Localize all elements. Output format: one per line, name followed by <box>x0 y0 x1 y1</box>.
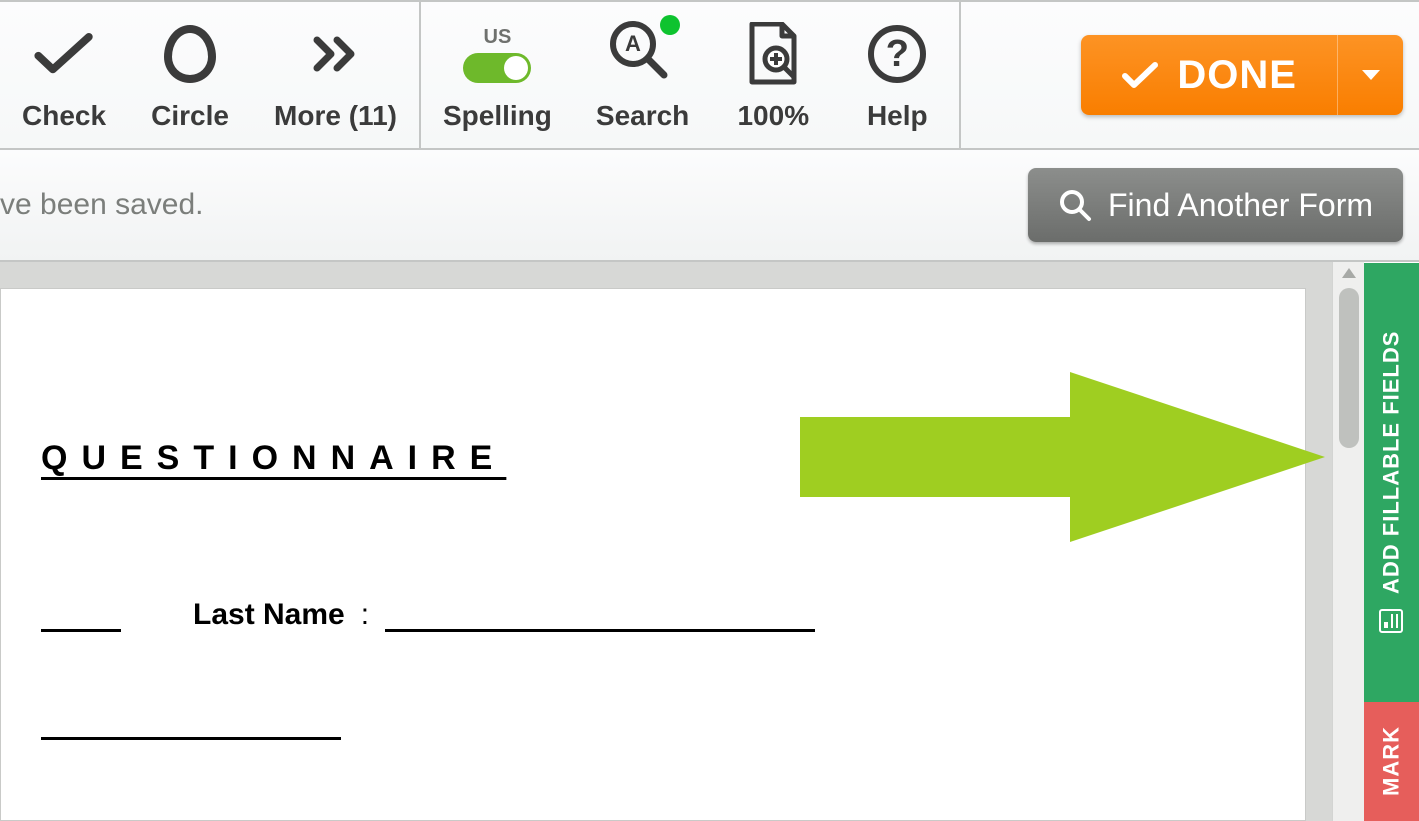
circle-label: Circle <box>151 100 229 132</box>
main-toolbar: Check Circle More (11) US Spelling <box>0 0 1419 150</box>
spelling-tool[interactable]: US Spelling <box>421 2 574 148</box>
side-tabs: ADD FILLABLE FIELDS MARK <box>1364 262 1419 821</box>
find-another-form-button[interactable]: Find Another Form <box>1028 168 1403 242</box>
done-button-group: DONE <box>1081 35 1403 115</box>
mark-label: MARK <box>1379 727 1405 797</box>
circle-icon <box>150 14 230 94</box>
more-tools[interactable]: More (11) <box>252 2 419 148</box>
circle-tool[interactable]: Circle <box>128 2 252 148</box>
add-fillable-fields-tab[interactable]: ADD FILLABLE FIELDS <box>1364 262 1419 702</box>
done-dropdown[interactable] <box>1337 35 1403 115</box>
more-label: More (11) <box>274 100 397 132</box>
add-fields-label: ADD FILLABLE FIELDS <box>1379 331 1405 594</box>
scroll-thumb[interactable] <box>1339 288 1359 448</box>
checkmark-white-icon <box>1121 60 1159 90</box>
fields-icon <box>1379 608 1405 634</box>
check-label: Check <box>22 100 106 132</box>
first-name-blank[interactable] <box>41 604 121 632</box>
done-label: DONE <box>1177 53 1297 98</box>
blank-row <box>41 712 1265 740</box>
zoom-label: 100% <box>737 100 809 132</box>
notification-bar: ve been saved. Find Another Form <box>0 150 1419 262</box>
page-zoom-icon <box>733 14 813 94</box>
document-stage: QUESTIONNAIRE Last Name: k you are curre… <box>0 262 1419 821</box>
secondary-blank[interactable] <box>41 712 341 740</box>
document-viewport[interactable]: QUESTIONNAIRE Last Name: k you are curre… <box>0 262 1332 821</box>
search-a-icon: A <box>603 14 683 94</box>
help-tool[interactable]: ? Help <box>835 2 959 148</box>
spelling-toggle-icon: US <box>457 14 537 94</box>
help-circle-icon: ? <box>857 14 937 94</box>
find-form-label: Find Another Form <box>1108 187 1373 224</box>
zoom-tool[interactable]: 100% <box>711 2 835 148</box>
svg-text:A: A <box>625 31 641 56</box>
chevrons-right-icon <box>296 14 376 94</box>
last-name-blank[interactable] <box>385 604 815 632</box>
search-tool[interactable]: A Search <box>574 2 711 148</box>
check-tool[interactable]: Check <box>0 2 128 148</box>
view-tools-section: US Spelling A Search <box>421 2 961 148</box>
questionnaire-title: QUESTIONNAIRE <box>41 439 1265 478</box>
spelling-lang: US <box>484 26 512 49</box>
done-button[interactable]: DONE <box>1081 35 1337 115</box>
document-page[interactable]: QUESTIONNAIRE Last Name: k you are curre… <box>0 288 1306 821</box>
checkmark-icon <box>24 14 104 94</box>
save-message: ve been saved. <box>0 188 203 222</box>
search-icon <box>1058 188 1092 222</box>
caret-down-icon <box>1360 68 1382 82</box>
spelling-label: Spelling <box>443 100 552 132</box>
vertical-scrollbar[interactable] <box>1332 262 1364 821</box>
last-name-label: Last Name <box>193 598 345 632</box>
mark-tab[interactable]: MARK <box>1364 702 1419 821</box>
help-label: Help <box>867 100 928 132</box>
notification-dot-icon <box>660 15 680 35</box>
annotate-tools-section: Check Circle More (11) <box>0 2 421 148</box>
toggle-on-icon <box>463 53 531 83</box>
name-row: Last Name: <box>41 598 1265 632</box>
scroll-up-icon <box>1342 268 1356 278</box>
done-group: DONE <box>961 2 1419 148</box>
search-label: Search <box>596 100 689 132</box>
